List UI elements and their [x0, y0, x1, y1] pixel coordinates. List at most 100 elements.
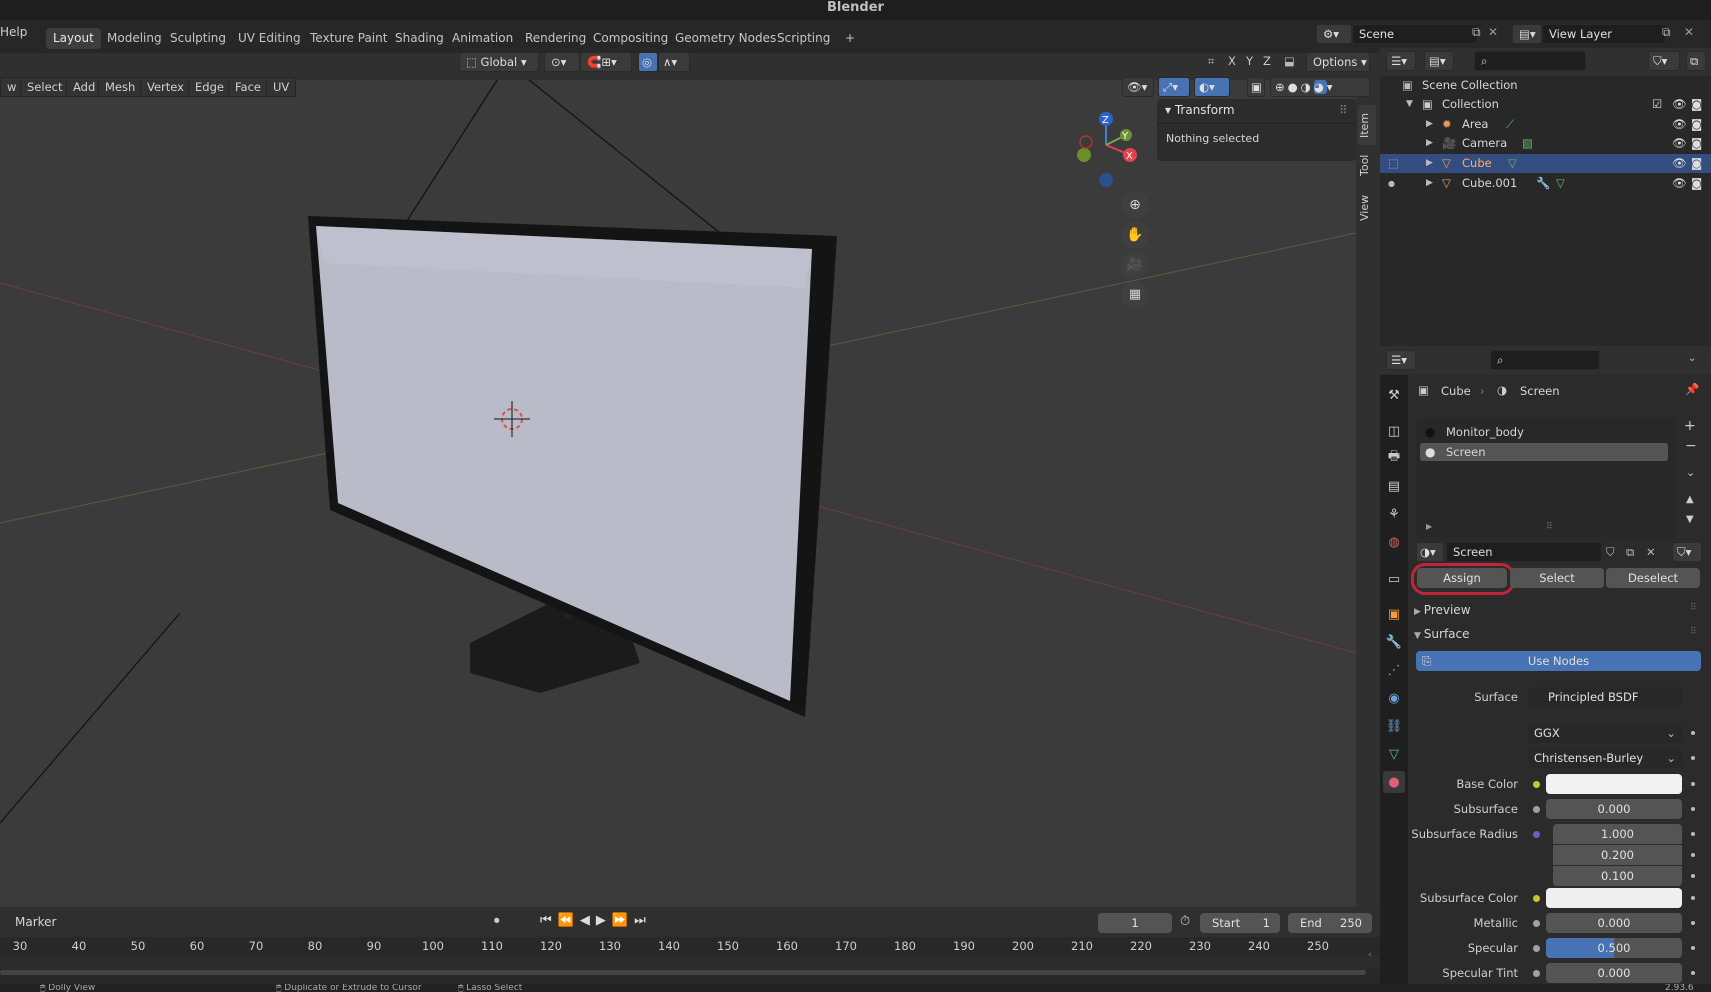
camera-render-icon[interactable]: ◙ [1691, 174, 1702, 193]
new-collection-icon[interactable]: ⧉ [1686, 51, 1706, 71]
filter-dropdown[interactable]: ⛉▾ [1648, 51, 1680, 71]
subsurface-color-swatch[interactable] [1546, 888, 1682, 908]
xray-toggle[interactable]: ▣ [1247, 77, 1265, 97]
material-slot-monitor-body[interactable]: ● Monitor_body [1420, 423, 1670, 441]
pin-icon[interactable]: 📌 [1685, 382, 1699, 396]
mesh-menu[interactable]: Mesh [98, 77, 143, 97]
playback-controls[interactable]: ⏮⏪◀▶⏩⏭ [540, 913, 652, 928]
anim-dot[interactable] [1691, 782, 1695, 786]
constraints-tab-icon[interactable]: ⛓ [1383, 715, 1405, 737]
tab-shading[interactable]: Shading [388, 28, 451, 49]
3d-viewport[interactable] [0, 53, 1356, 907]
render-tab-icon[interactable]: ◫ [1383, 420, 1405, 442]
camera-render-icon[interactable]: ◙ [1691, 134, 1702, 153]
new-scene-icon[interactable]: ⧉ [1472, 25, 1481, 40]
subsurface-method-dropdown[interactable]: Christensen-Burley ⌄ [1528, 748, 1682, 768]
new-view-layer-icon[interactable]: ⧉ [1662, 25, 1671, 40]
mirror-x-button[interactable]: X [1228, 54, 1236, 68]
help-menu[interactable]: Help [0, 25, 27, 39]
outliner-row-cube[interactable]: ⬚ ▶ ▽ Cube ▽ 👁 ◙ [1380, 154, 1711, 173]
wrench-icon[interactable]: 🔧 [1536, 174, 1550, 193]
collapse-arrow-icon[interactable]: ‹ [1368, 950, 1372, 960]
expand-arrow-icon[interactable]: ▶ [1426, 522, 1432, 531]
mirror-y-button[interactable]: Y [1246, 54, 1253, 68]
anim-dot[interactable] [1691, 832, 1695, 836]
anim-dot[interactable] [1691, 756, 1695, 760]
start-frame-field[interactable]: Start 1 [1200, 913, 1280, 933]
visibility-dropdown[interactable]: 👁▾ [1122, 77, 1154, 97]
eye-icon[interactable]: 👁 [1672, 95, 1687, 114]
subsurface-radius-y[interactable]: 0.200 [1553, 845, 1682, 865]
value-socket-dot[interactable] [1533, 806, 1540, 813]
expand-arrow-icon[interactable]: ▼ [1406, 95, 1413, 114]
tab-modeling[interactable]: Modeling [100, 28, 169, 49]
value-socket-dot[interactable] [1533, 945, 1540, 952]
collection-tab-icon[interactable]: ▭ [1383, 568, 1405, 590]
pan-hand-icon[interactable]: ✋ [1121, 221, 1149, 249]
outliner-row-collection[interactable]: ▼ ▣ Collection ☑ 👁 ◙ [1380, 95, 1711, 114]
current-frame-field[interactable]: 1 [1098, 913, 1172, 933]
browse-material-dropdown[interactable]: ◑▾ [1416, 542, 1444, 562]
output-tab-icon[interactable]: 🖶 [1383, 447, 1405, 469]
eye-icon[interactable]: 👁 [1672, 134, 1687, 153]
delete-scene-icon[interactable]: ✕ [1488, 25, 1498, 39]
stopwatch-icon[interactable]: ⏱ [1180, 914, 1190, 929]
camera-data-icon[interactable]: ▧ [1522, 134, 1533, 153]
tool-tab-icon[interactable]: ⚒ [1383, 384, 1405, 406]
anim-dot[interactable] [1691, 807, 1695, 811]
drag-handle-icon[interactable]: ⠿ [1690, 603, 1697, 613]
edit-mode-icon[interactable]: ⬚ [1388, 154, 1399, 173]
delete-view-layer-icon[interactable]: ✕ [1684, 25, 1694, 39]
subsurface-radius-x[interactable]: 1.000 [1553, 824, 1682, 844]
mesh-data-icon[interactable]: ▽ [1556, 174, 1565, 193]
add-slot-icon[interactable]: + [1684, 418, 1696, 434]
tab-sculpting[interactable]: Sculpting [163, 28, 233, 49]
anim-dot[interactable] [1691, 853, 1695, 857]
preview-section-header[interactable]: ▶ Preview [1414, 600, 1704, 620]
move-down-icon[interactable]: ▼ [1686, 514, 1694, 525]
surface-section-header[interactable]: ▼ Surface [1414, 624, 1704, 644]
material-tab-icon[interactable]: ● [1383, 771, 1405, 793]
outliner-row-area[interactable]: ▶ ✹ Area ⟋ 👁 ◙ [1380, 115, 1711, 134]
color-socket-dot[interactable] [1533, 895, 1540, 902]
fake-user-shield-icon[interactable]: ⛉ [1606, 545, 1615, 560]
proportional-edit-icon[interactable]: ◎ [638, 52, 658, 72]
world-tab-icon[interactable]: ◍ [1383, 531, 1405, 553]
record-icon[interactable]: ⏺ [494, 914, 500, 928]
modifier-tab-icon[interactable]: 🔧 [1383, 631, 1405, 653]
outliner-row-cube-001[interactable]: ● ▶ ▽ Cube.001 🔧 ▽ 👁 ◙ [1380, 174, 1711, 193]
anim-dot[interactable] [1691, 921, 1695, 925]
duplicate-material-icon[interactable]: ⧉ [1626, 545, 1634, 560]
color-socket-dot[interactable] [1533, 781, 1540, 788]
light-data-icon[interactable]: ⟋ [1506, 115, 1514, 134]
auto-merge-icon[interactable]: ⬓ [1284, 54, 1295, 68]
use-nodes-button[interactable]: ⎘ Use Nodes [1416, 651, 1701, 671]
camera-render-icon[interactable]: ◙ [1691, 154, 1702, 173]
display-mode-dropdown[interactable]: ▤▾ [1424, 51, 1454, 71]
expand-arrow-icon[interactable]: ▶ [1426, 154, 1433, 173]
move-up-icon[interactable]: ▲ [1686, 494, 1694, 505]
vertex-menu[interactable]: Vertex [140, 77, 191, 97]
options-chevron-icon[interactable]: ⌄ [1688, 353, 1696, 364]
drag-handle-icon[interactable]: ⠿ [1690, 627, 1697, 637]
camera-view-icon[interactable]: 🎥 [1121, 251, 1149, 279]
camera-render-icon[interactable]: ◙ [1691, 95, 1702, 114]
specular-tint-field[interactable]: 0.000 [1546, 963, 1682, 983]
value-socket-dot[interactable] [1533, 920, 1540, 927]
timeline-scrollbar[interactable] [0, 970, 1366, 975]
material-slot-screen[interactable]: ● Screen [1420, 443, 1668, 461]
zoom-icon[interactable]: ⊕ [1121, 191, 1149, 219]
expand-arrow-icon[interactable]: ▶ [1426, 115, 1433, 134]
resize-handle-icon[interactable]: ⠿ [1546, 522, 1553, 532]
subsurface-radius-z[interactable]: 0.100 [1553, 866, 1682, 886]
falloff-dropdown[interactable]: ∧▾ [658, 52, 690, 72]
scene-selector-icon[interactable]: ⚙▾ [1316, 24, 1352, 44]
anim-dot[interactable] [1691, 896, 1695, 900]
options-dropdown[interactable]: Options ▾ [1306, 52, 1370, 72]
edge-menu[interactable]: Edge [188, 77, 231, 97]
specular-slider[interactable]: 0.500 [1546, 938, 1682, 958]
outliner-row-camera[interactable]: ▶ 🎥 Camera ▧ 👁 ◙ [1380, 134, 1711, 153]
select-menu[interactable]: Select [20, 77, 70, 97]
pivot-point-dropdown[interactable]: ⊙▾ [544, 52, 580, 72]
outliner-row-scene-collection[interactable]: ▣ Scene Collection [1380, 76, 1711, 95]
